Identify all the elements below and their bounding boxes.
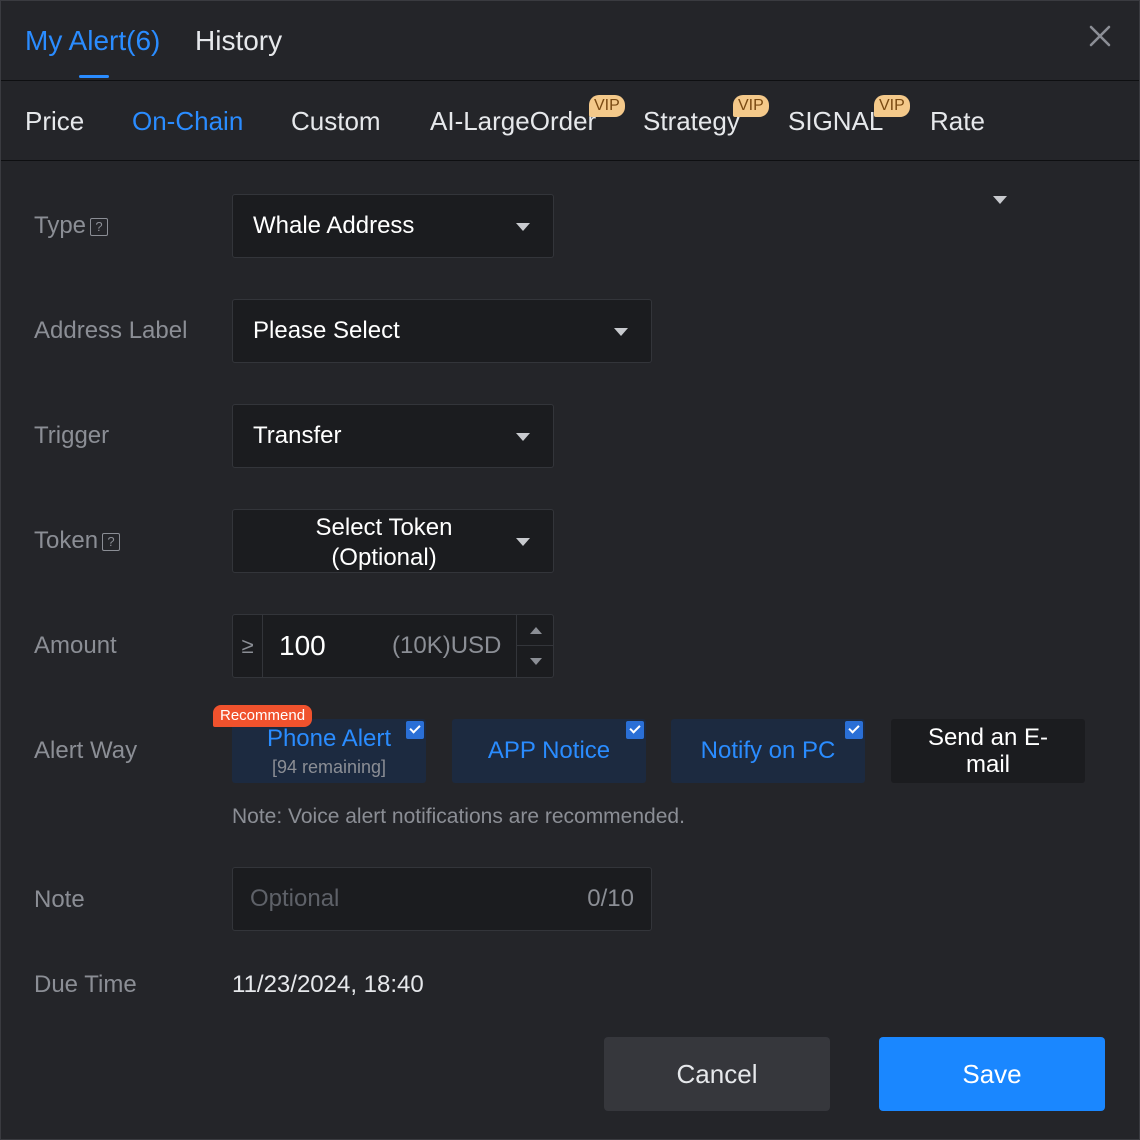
- due-time-label: Due Time: [34, 971, 137, 998]
- chevron-down-icon: [516, 538, 530, 546]
- tab-my-alert[interactable]: My Alert(6): [25, 25, 160, 57]
- chevron-down-icon: [516, 433, 530, 441]
- alert-dialog: My Alert(6) History Price On-Chain Custo…: [0, 0, 1140, 1140]
- vip-badge: VIP: [733, 95, 769, 117]
- amount-stepper: [516, 615, 554, 677]
- chevron-down-icon: [516, 223, 530, 231]
- note-input[interactable]: [233, 868, 563, 930]
- operator: ≥: [233, 615, 263, 677]
- token-label: Token?: [34, 526, 121, 556]
- active-tab-underline: [79, 75, 109, 78]
- tab-strategy[interactable]: Strategy: [643, 106, 740, 136]
- trigger-select[interactable]: Transfer: [232, 404, 554, 468]
- type-value: Whale Address: [253, 212, 415, 239]
- app-notice-option[interactable]: APP Notice: [452, 719, 646, 783]
- trigger-value: Transfer: [253, 422, 342, 449]
- save-button[interactable]: Save: [879, 1037, 1105, 1111]
- amount-value[interactable]: 100: [279, 631, 326, 661]
- alert-type-tabs: Price On-Chain Custom AI-LargeOrder VIP …: [1, 81, 1139, 204]
- note-label: Note: [34, 886, 85, 913]
- tab-rate[interactable]: Rate: [930, 106, 985, 136]
- checkbox-checked-icon: [626, 721, 644, 739]
- due-time-value: 11/23/2024, 18:40: [232, 971, 424, 998]
- address-label-label: Address Label: [34, 317, 188, 344]
- trigger-label: Trigger: [34, 422, 110, 449]
- tab-history[interactable]: History: [195, 25, 282, 57]
- decrement-button[interactable]: [517, 646, 554, 677]
- close-icon[interactable]: [1087, 23, 1113, 49]
- increment-button[interactable]: [517, 615, 554, 646]
- vip-badge: VIP: [589, 95, 625, 117]
- token-select[interactable]: Select Token (Optional): [232, 509, 554, 573]
- tab-price[interactable]: Price: [25, 106, 84, 136]
- email-option[interactable]: Send an E- mail: [891, 719, 1085, 783]
- phone-alert-remaining: [94 remaining]: [271, 757, 387, 777]
- top-tabs: My Alert(6) History: [1, 1, 1139, 81]
- note-field: 0/10: [232, 867, 652, 931]
- tab-on-chain[interactable]: On-Chain: [132, 106, 243, 136]
- tab-signal[interactable]: SIGNAL: [788, 106, 883, 136]
- alert-way-note: Note: Voice alert notifications are reco…: [232, 805, 685, 828]
- amount-unit: (10K)USD: [392, 632, 502, 659]
- recommend-badge: Recommend: [213, 705, 313, 727]
- notify-pc-option[interactable]: Notify on PC: [671, 719, 865, 783]
- chevron-down-icon[interactable]: [993, 196, 1007, 204]
- amount-input[interactable]: ≥ 100 (10K)USD: [232, 614, 554, 678]
- address-label-select[interactable]: Please Select: [232, 299, 652, 363]
- help-icon[interactable]: ?: [102, 533, 121, 551]
- vip-badge: VIP: [874, 95, 910, 117]
- phone-alert-option[interactable]: Phone Alert [94 remaining]: [232, 719, 426, 783]
- tab-ai-large-order[interactable]: AI-LargeOrder: [430, 106, 596, 136]
- checkbox-checked-icon: [845, 721, 863, 739]
- phone-alert-label: Phone Alert: [266, 725, 392, 752]
- address-label-value: Please Select: [253, 317, 400, 344]
- chevron-down-icon: [614, 328, 628, 336]
- type-label: Type?: [34, 211, 109, 241]
- app-notice-label: APP Notice: [487, 737, 611, 764]
- note-char-count: 0/10: [587, 885, 634, 912]
- checkbox-checked-icon: [406, 721, 424, 739]
- alert-way-label: Alert Way: [34, 737, 138, 764]
- chevron-down-icon: [530, 658, 542, 665]
- cancel-button[interactable]: Cancel: [604, 1037, 830, 1111]
- token-value: Select Token (Optional): [315, 514, 453, 571]
- help-icon[interactable]: ?: [90, 218, 109, 236]
- email-label: Send an E- mail: [927, 724, 1049, 778]
- type-select[interactable]: Whale Address: [232, 194, 554, 258]
- chevron-up-icon: [530, 627, 542, 634]
- notify-pc-label: Notify on PC: [700, 737, 836, 764]
- amount-label: Amount: [34, 632, 117, 659]
- tab-custom[interactable]: Custom: [291, 106, 381, 136]
